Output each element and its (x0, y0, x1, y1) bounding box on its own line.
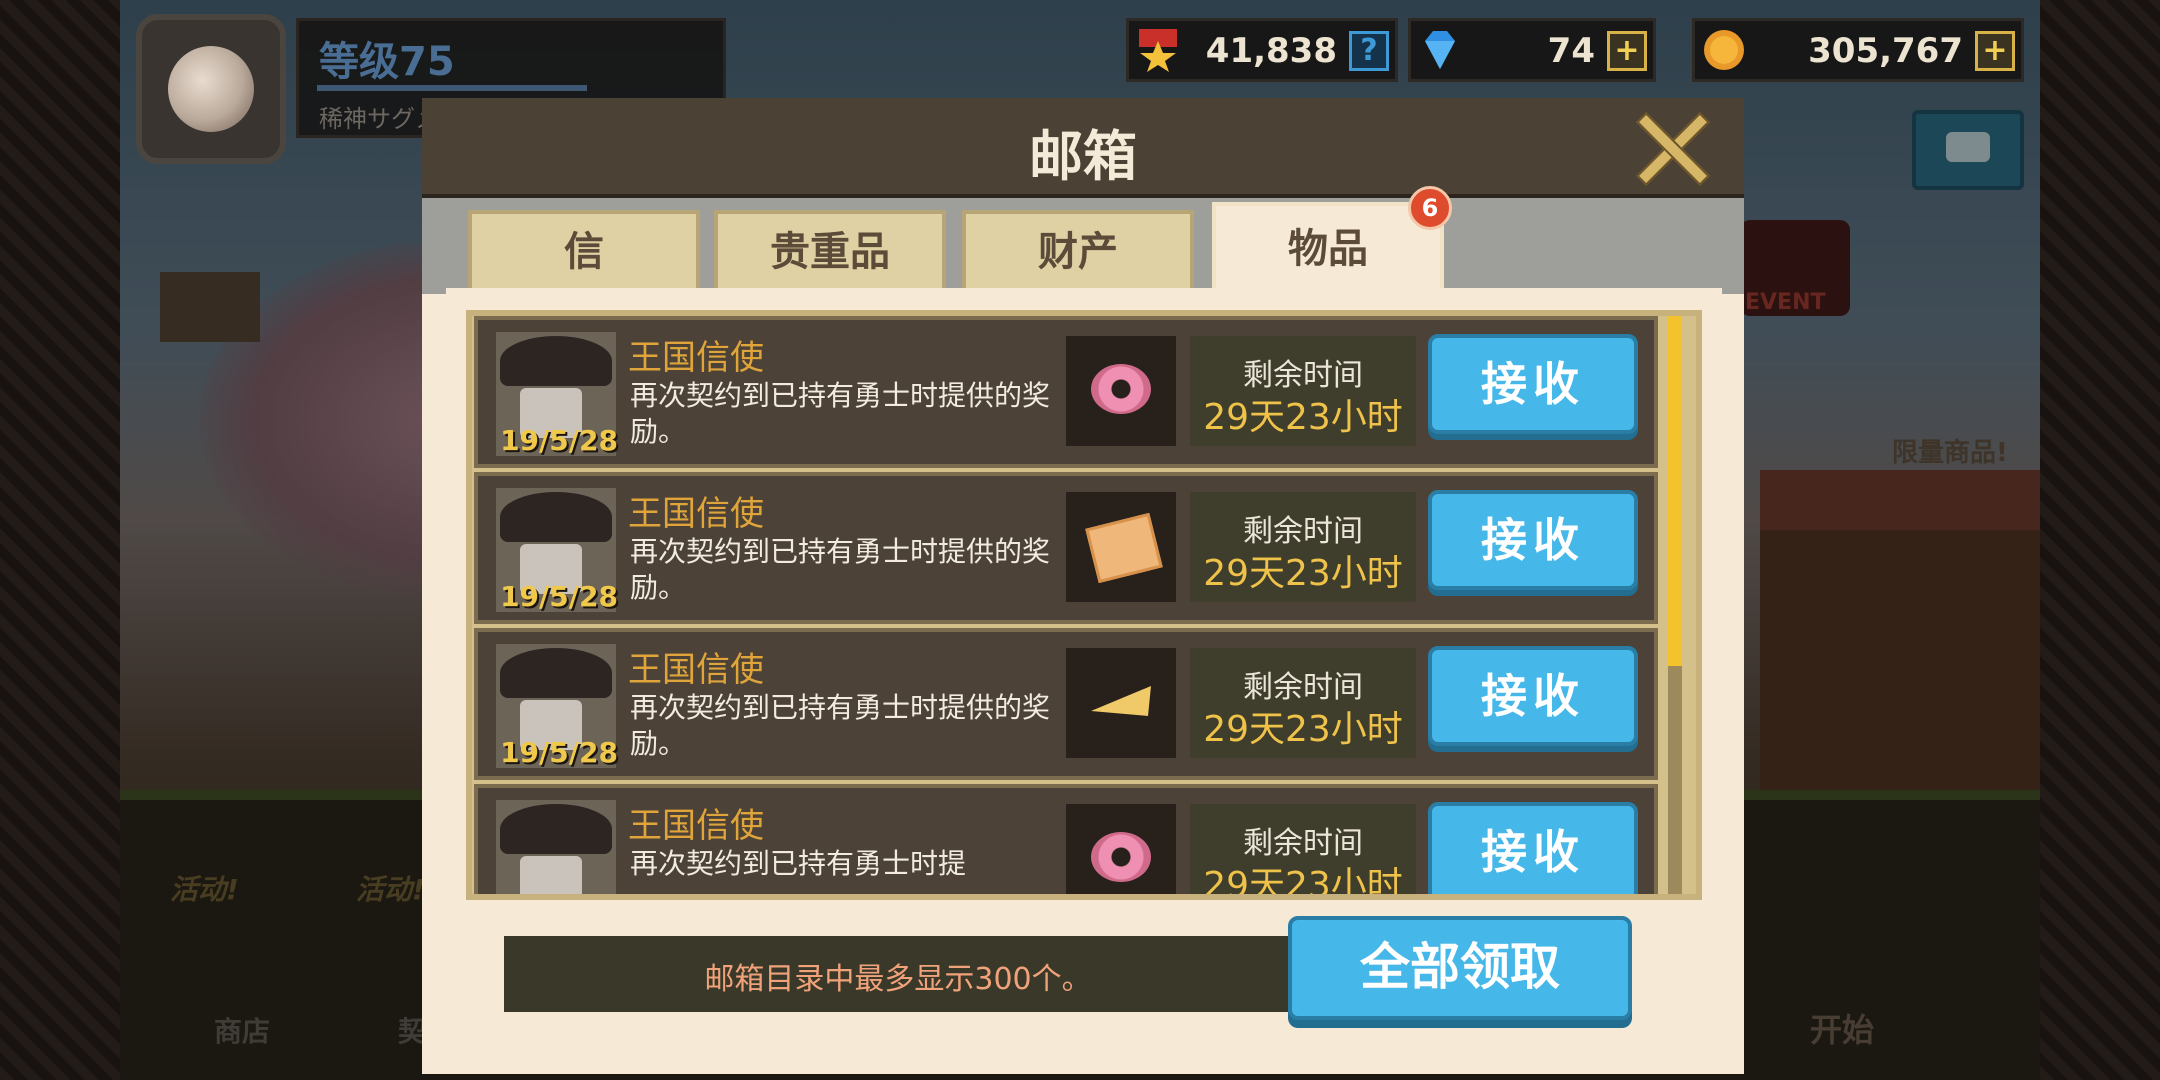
help-button[interactable]: ? (1349, 31, 1389, 71)
mailbox-notice: 邮箱目录中最多显示300个。 (504, 936, 1292, 1012)
mail-list[interactable]: 19/5/28 王国信使 再次契约到已持有勇士时提供的奖励。 剩余时间 29天2… (466, 310, 1702, 900)
mail-date: 19/5/28 (500, 424, 618, 457)
close-icon[interactable] (1632, 108, 1708, 184)
remaining-time-value: 29天23小时 (1203, 397, 1403, 438)
receive-button[interactable]: 接收 (1428, 490, 1638, 590)
toast-icon (1085, 512, 1163, 584)
tab-letters[interactable]: 信 (468, 210, 700, 296)
mail-date: 19/5/28 (500, 736, 618, 769)
gold-counter: 305,767 + (1692, 18, 2024, 82)
reward-item-slot[interactable] (1066, 804, 1176, 894)
gem-value: 74 (1547, 31, 1595, 71)
mail-sender: 王国信使 (628, 494, 764, 534)
remaining-time-box: 剩余时间 29天23小时 (1190, 336, 1416, 446)
reward-item-slot[interactable] (1066, 492, 1176, 602)
claim-all-button[interactable]: 全部领取 (1288, 916, 1632, 1020)
receive-button[interactable]: 接收 (1428, 334, 1638, 434)
reward-item-slot[interactable] (1066, 336, 1176, 446)
diamond-icon (1425, 31, 1455, 69)
mail-row: 19/5/28 王国信使 再次契约到已持有勇士时提供的奖励。 剩余时间 29天2… (474, 472, 1658, 624)
rank-points-value: 41,838 (1205, 31, 1337, 71)
tab-assets[interactable]: 财产 (962, 210, 1194, 296)
receive-button[interactable]: 接收 (1428, 646, 1638, 746)
items-count-badge: 6 (1408, 186, 1452, 230)
notice-text: 邮箱目录中最多显示300个。 (704, 962, 1092, 997)
pizza-icon (1091, 686, 1151, 716)
mailbox-header: 邮箱 (422, 98, 1744, 198)
reward-item-slot[interactable] (1066, 648, 1176, 758)
gem-counter: 74 + (1408, 18, 1656, 82)
donut-icon (1091, 364, 1151, 414)
mail-description: 再次契约到已持有勇士时提供的奖励。 (630, 379, 1051, 448)
remaining-time-value: 29天23小时 (1203, 865, 1403, 900)
mail-sender: 王国信使 (628, 338, 764, 378)
mail-description: 再次契约到已持有勇士时提 (630, 847, 967, 880)
mail-row: 19/5/28 王国信使 再次契约到已持有勇士时提供的奖励。 剩余时间 29天2… (474, 316, 1658, 468)
remaining-time-box: 剩余时间 29天23小时 (1190, 492, 1416, 602)
player-level: 等级75 (319, 39, 455, 85)
mail-sender: 王国信使 (628, 806, 764, 846)
mail-description: 再次契约到已持有勇士时提供的奖励。 (630, 535, 1051, 604)
donut-icon (1091, 832, 1151, 882)
mailbox-title: 邮箱 (1029, 125, 1137, 188)
receive-button[interactable]: 接收 (1428, 802, 1638, 894)
gold-value: 305,767 (1808, 31, 1963, 71)
add-gold-button[interactable]: + (1975, 31, 2015, 71)
mail-date: 19/5/28 (500, 580, 618, 613)
mail-row: 王国信使 再次契约到已持有勇士时提 剩余时间 29天23小时 接收 (474, 784, 1658, 900)
mail-sender: 王国信使 (628, 650, 764, 690)
rank-points-counter: 41,838 ? (1126, 18, 1398, 82)
scrollbar-thumb[interactable] (1668, 316, 1682, 666)
tab-valuables[interactable]: 贵重品 (714, 210, 946, 296)
player-name: 稀神サグメ (319, 105, 439, 133)
remaining-time-box: 剩余时间 29天23小时 (1190, 648, 1416, 758)
remaining-time-value: 29天23小时 (1203, 553, 1403, 594)
messenger-portrait (496, 800, 616, 894)
gold-coin-icon (1704, 30, 1744, 70)
mail-description: 再次契约到已持有勇士时提供的奖励。 (630, 691, 1051, 760)
remaining-time-value: 29天23小时 (1203, 709, 1403, 750)
avatar[interactable] (136, 14, 286, 164)
exp-bar (317, 85, 587, 91)
medal-icon (1139, 29, 1177, 72)
mail-row: 19/5/28 王国信使 再次契约到已持有勇士时提供的奖励。 剩余时间 29天2… (474, 628, 1658, 780)
remaining-time-box: 剩余时间 29天23小时 (1190, 804, 1416, 900)
add-gems-button[interactable]: + (1607, 31, 1647, 71)
